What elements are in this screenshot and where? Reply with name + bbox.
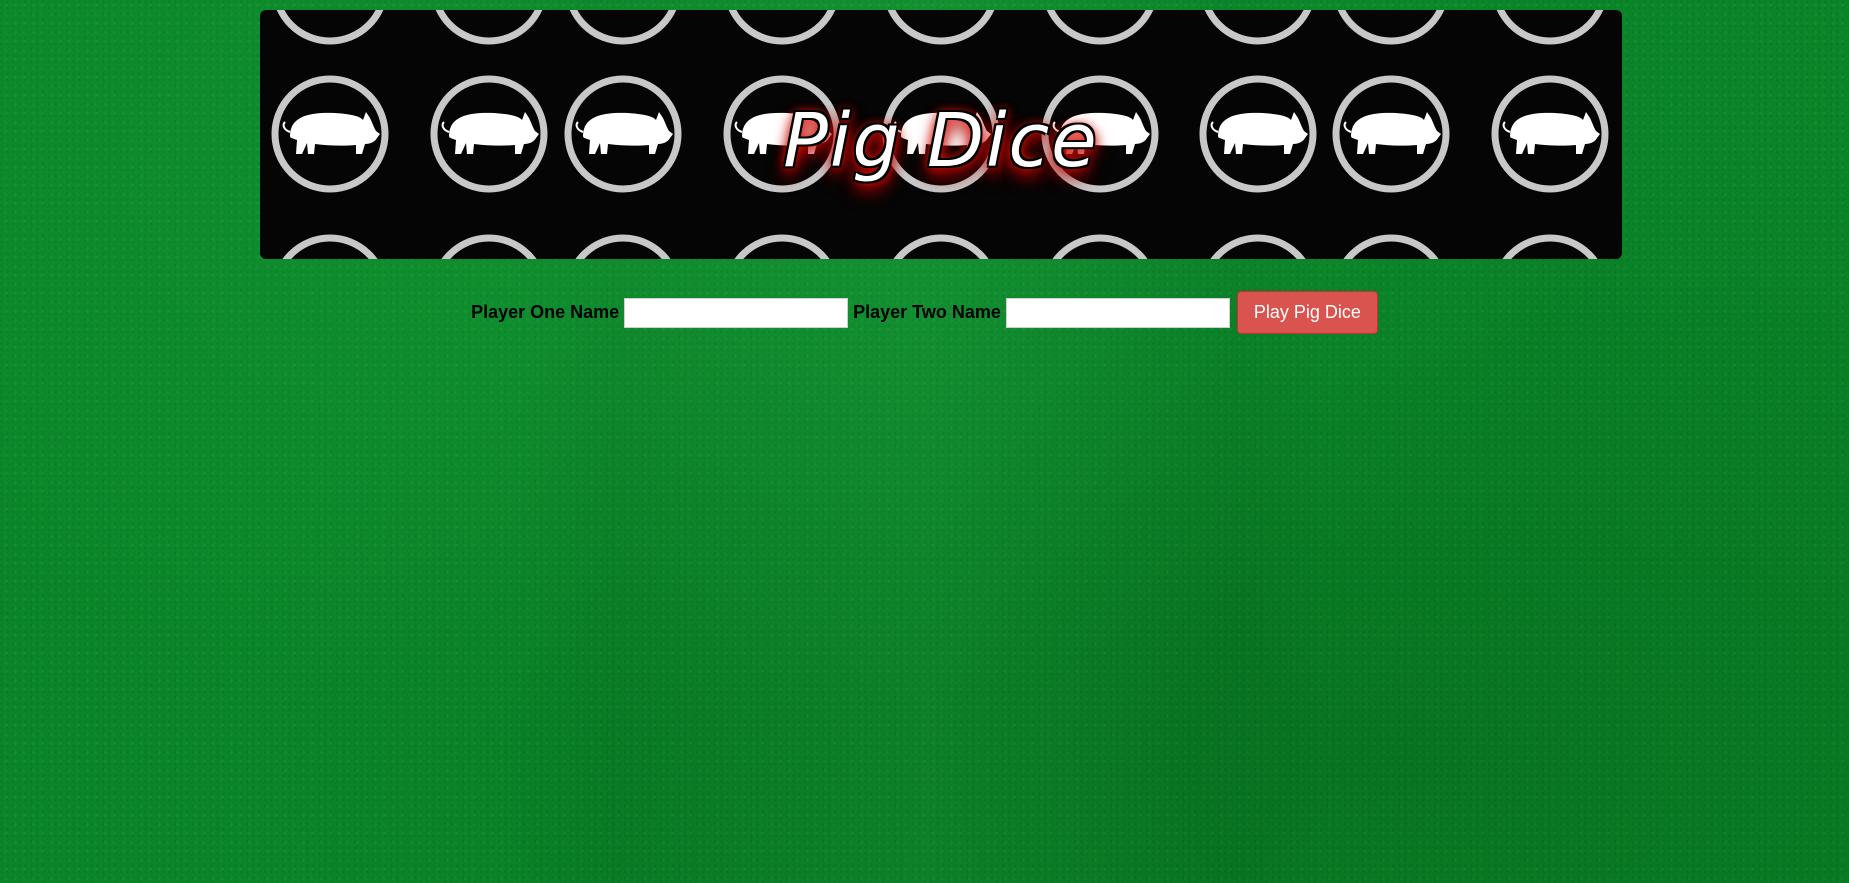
pig-icon [727,10,837,41]
pig-icon [727,238,837,259]
pig-icon [1045,238,1155,259]
header-banner: Pig Dice [260,10,1622,259]
pig-icon [1336,238,1446,259]
pig-icon [1495,10,1605,41]
pig-icon [568,10,678,41]
pig-icon [568,238,678,259]
pig-icon [1045,10,1155,41]
player-setup-form: Player One Name Player Two Name Play Pig… [0,291,1849,334]
pig-icon [275,238,385,259]
pig-icon [886,10,996,41]
player-two-name-input[interactable] [1005,297,1230,328]
player-one-name-input[interactable] [624,297,849,328]
pig-icon [1203,10,1313,41]
pig-icon [434,238,544,259]
game-title: Pig Dice [783,98,1099,184]
pig-icon [275,10,385,41]
play-pig-dice-button[interactable]: Play Pig Dice [1236,291,1378,334]
player-two-label: Player Two Name [853,302,1001,322]
pig-icon [434,10,544,41]
pig-icon [1495,238,1605,259]
player-one-label: Player One Name [471,302,620,322]
pig-icon [1336,10,1446,41]
pig-icon [1203,238,1313,259]
pig-icon [886,238,996,259]
